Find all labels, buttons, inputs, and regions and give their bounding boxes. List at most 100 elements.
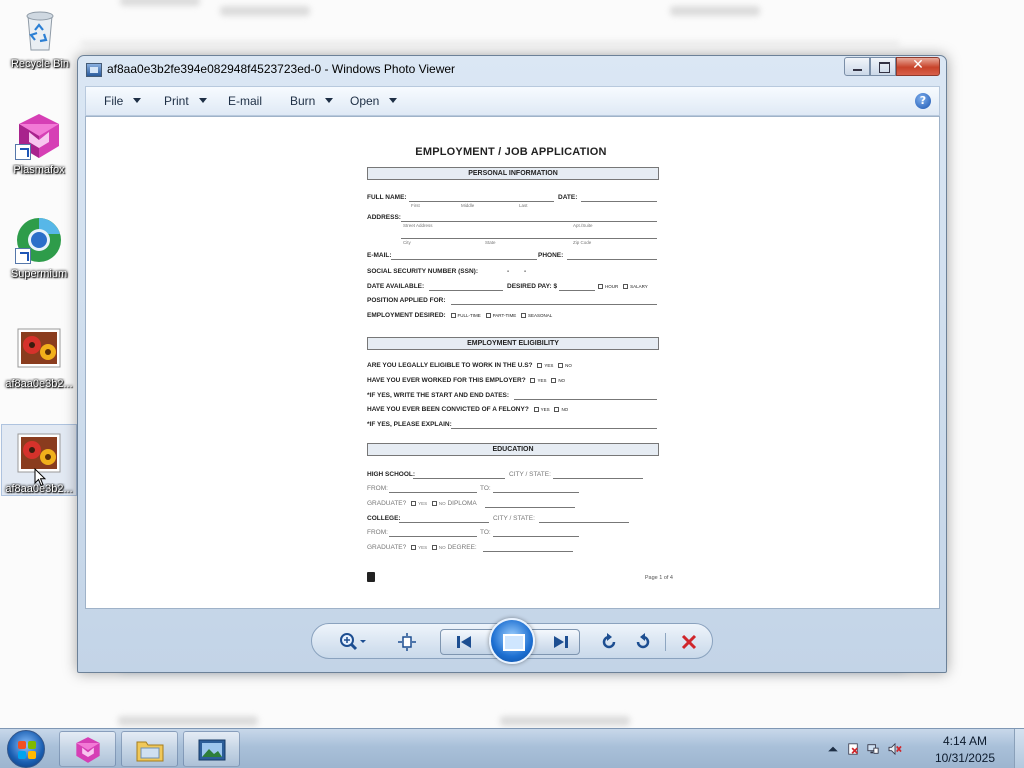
checkbox-no <box>558 363 564 368</box>
taskbar-clock[interactable]: 4:14 AM 10/31/2025 <box>935 733 995 767</box>
rotate-counterclockwise-button[interactable] <box>596 630 622 654</box>
question-label: HAVE YOU EVER BEEN CONVICTED OF A FELONY… <box>367 406 529 413</box>
viewer-control-bar <box>311 618 713 664</box>
clock-time: 4:14 AM <box>942 734 987 748</box>
plasmafox-icon <box>15 112 63 160</box>
taskbar: 4:14 AM 10/31/2025 <box>0 728 1024 768</box>
field-date-available: DATE AVAILABLE: <box>367 283 425 290</box>
desktop-icon-supermium[interactable]: Supermium <box>1 216 77 280</box>
desktop-icon-image-file-1[interactable]: af8aa0e3b2... <box>1 326 77 390</box>
window-title: af8aa0e3b2fe394e082948f4523723ed-0 - Win… <box>107 62 456 76</box>
image-viewport[interactable]: EMPLOYMENT / JOB APPLICATION PERSONAL IN… <box>85 116 940 609</box>
supermium-icon <box>15 216 63 264</box>
field-sub-apt: Apt./Suite <box>573 223 593 228</box>
magnifier-icon <box>340 633 366 651</box>
field-graduate-college: GRADUATE? YES NO DEGREE: <box>367 544 477 551</box>
question-explain: *IF YES, PLEASE EXPLAIN: <box>367 421 452 428</box>
option-yes: YES <box>544 363 554 368</box>
photo-viewer-app-icon <box>86 63 102 77</box>
menu-file[interactable]: File <box>104 94 142 108</box>
menu-burn[interactable]: Burn <box>290 94 334 108</box>
option-yes: YES <box>540 407 550 412</box>
menu-print[interactable]: Print <box>164 94 207 108</box>
checkbox-no <box>554 407 560 412</box>
question-worked-before: HAVE YOU EVER WORKED FOR THIS EMPLOYER? … <box>367 377 565 384</box>
document-title: EMPLOYMENT / JOB APPLICATION <box>415 146 607 158</box>
minimize-button[interactable] <box>844 57 870 76</box>
pay-options: HOUR SALARY <box>595 283 648 290</box>
field-ssn-sep-2: - <box>524 268 527 275</box>
option-yes: YES <box>537 378 547 383</box>
show-hidden-icons-icon[interactable] <box>826 743 840 755</box>
option-yes: YES <box>418 545 428 550</box>
checkbox-no <box>431 501 437 506</box>
field-address: ADDRESS: <box>367 214 401 221</box>
desktop-icon-label: Plasmafox <box>13 164 65 176</box>
menu-label: E-mail <box>228 94 263 108</box>
previous-icon <box>457 636 471 648</box>
rotate-clockwise-button[interactable] <box>630 630 656 654</box>
close-button[interactable]: ✕ <box>896 57 940 76</box>
field-sub-city: City <box>403 240 411 245</box>
menu-open[interactable]: Open <box>350 94 398 108</box>
field-sub-state: State <box>485 240 496 245</box>
desktop-icon-label: af8aa0e3b2... <box>5 378 73 390</box>
delete-button[interactable] <box>676 630 702 654</box>
field-position: POSITION APPLIED FOR: <box>367 297 446 304</box>
taskbar-button-plasmafox[interactable] <box>59 731 116 767</box>
show-desktop-button[interactable] <box>1014 729 1024 768</box>
previous-button[interactable] <box>450 630 478 654</box>
desktop-icon-plasmafox[interactable]: Plasmafox <box>1 112 77 176</box>
recycle-bin-icon <box>16 6 64 54</box>
volume-muted-icon[interactable] <box>888 743 902 755</box>
field-sub-last: Last <box>519 203 528 208</box>
photo-viewer-window[interactable]: af8aa0e3b2fe394e082948f4523723ed-0 - Win… <box>77 55 947 673</box>
menu-label: File <box>104 94 124 108</box>
document-page: EMPLOYMENT / JOB APPLICATION PERSONAL IN… <box>361 137 673 597</box>
field-to-college: TO: <box>480 529 491 536</box>
option-part-time: PART-TIME <box>492 313 517 318</box>
image-file-icon <box>15 326 63 374</box>
checkbox-no <box>551 378 557 383</box>
chevron-down-icon <box>389 98 398 103</box>
mouse-cursor-icon <box>34 468 46 487</box>
photo-viewer-icon <box>198 739 226 761</box>
fit-window-icon <box>398 633 416 651</box>
checkbox-no <box>431 545 437 550</box>
taskbar-button-photo-viewer[interactable] <box>183 731 240 767</box>
field-ssn: SOCIAL SECURITY NUMBER (SSN): <box>367 268 478 275</box>
desktop-icon-recycle-bin[interactable]: Recycle Bin <box>2 6 78 70</box>
question-legally-eligible: ARE YOU LEGALLY ELIGIBLE TO WORK IN THE … <box>367 362 572 369</box>
field-sub-first: First <box>411 203 420 208</box>
next-button[interactable] <box>547 630 575 654</box>
option-seasonal: SEASONAL <box>528 313 553 318</box>
field-city-state-college: CITY / STATE: <box>493 515 535 522</box>
option-yes: YES <box>418 501 428 506</box>
zoom-button[interactable] <box>336 630 372 654</box>
folder-icon <box>136 741 164 762</box>
taskbar-button-file-explorer[interactable] <box>121 731 178 767</box>
rotate-counterclockwise-icon <box>602 633 616 649</box>
section-employment-eligibility: EMPLOYMENT ELIGIBILITY <box>367 337 659 350</box>
clock-date: 10/31/2025 <box>934 751 995 765</box>
help-icon[interactable]: ? <box>915 93 931 109</box>
field-college: COLLEGE: <box>367 515 401 522</box>
option-no: NO <box>438 501 446 506</box>
option-no: NO <box>438 545 446 550</box>
action-center-icon[interactable] <box>846 743 860 755</box>
desktop-icon-label: Recycle Bin <box>10 58 70 70</box>
checkbox-hour <box>598 284 603 289</box>
actual-size-button[interactable] <box>394 630 420 654</box>
title-bar[interactable]: af8aa0e3b2fe394e082948f4523723ed-0 - Win… <box>78 56 946 84</box>
start-button[interactable] <box>7 730 45 768</box>
field-sub-zip: Zip Code <box>573 240 592 245</box>
slideshow-button[interactable] <box>489 618 535 664</box>
field-from-hs: FROM: <box>367 485 388 492</box>
menu-email[interactable]: E-mail <box>228 94 262 108</box>
windows-logo-icon <box>18 741 36 759</box>
maximize-button[interactable] <box>870 57 896 76</box>
network-icon[interactable] <box>866 743 880 755</box>
rotate-clockwise-icon <box>636 633 650 649</box>
page-number: Page 1 of 4 <box>644 575 673 581</box>
menu-bar: File Print E-mail Burn Open ? <box>85 86 940 116</box>
